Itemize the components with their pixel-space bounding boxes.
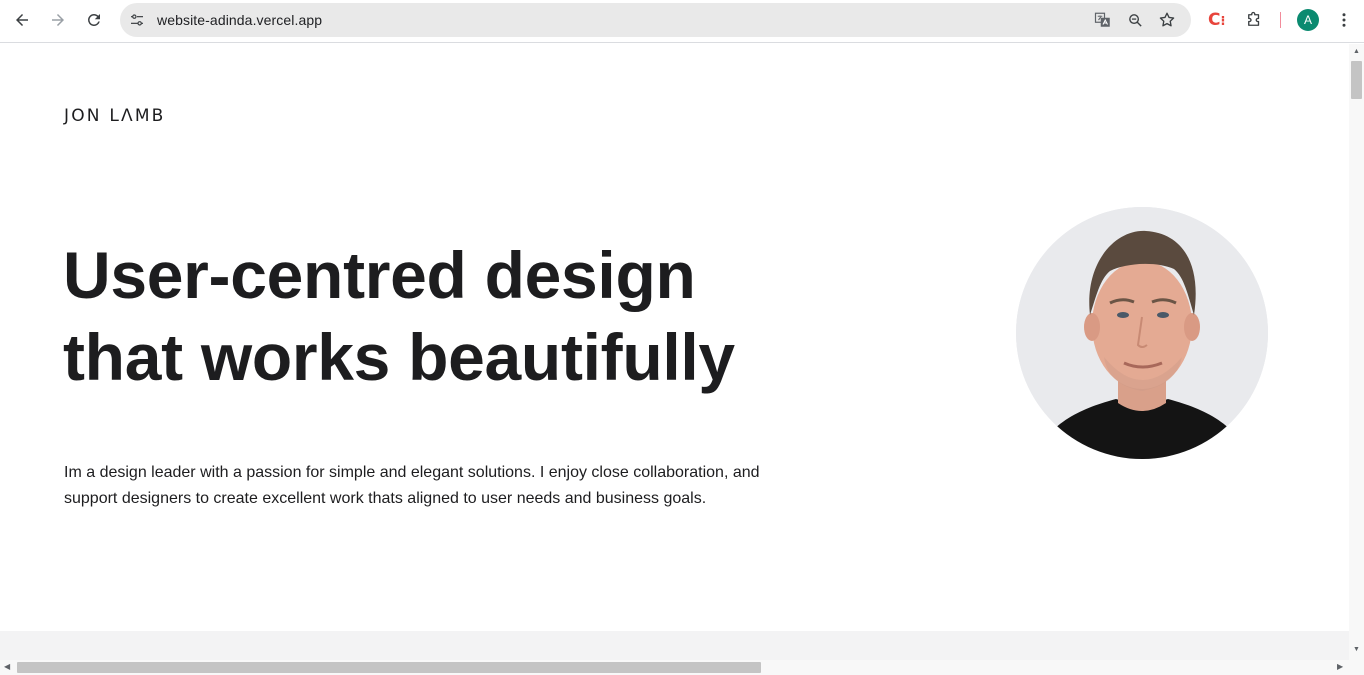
reload-icon [88,14,100,26]
vertical-scrollbar[interactable]: ▲ ▼ [1349,44,1364,660]
scroll-right-icon[interactable]: ▶ [1337,662,1343,671]
forward-button[interactable] [44,6,72,34]
url-text[interactable]: website-adinda.vercel.app [157,12,322,28]
extension-c-dots: ⁝ [1220,14,1226,29]
toolbar-divider [1280,12,1281,28]
scroll-up-icon[interactable]: ▲ [1353,48,1360,55]
horizontal-scrollbar[interactable]: ◀ ▶ [0,660,1349,675]
arrow-left-icon [16,14,28,26]
translate-icon [1094,12,1110,27]
browser-toolbar: website-adinda.vercel.app C⁝ A [0,0,1364,43]
puzzle-icon [1248,11,1260,26]
extension-c-label: C [1208,10,1221,30]
profile-avatar[interactable]: A [1297,9,1319,31]
translate-button[interactable] [1094,11,1112,29]
scrollbar-corner [1349,660,1364,675]
profile-portrait [1016,207,1268,459]
scroll-down-icon[interactable]: ▼ [1353,646,1360,653]
site-logo[interactable]: JON LΛMB [64,106,166,126]
portrait-image [1016,207,1268,459]
address-bar[interactable]: website-adinda.vercel.app [120,3,1191,37]
back-button[interactable] [8,6,36,34]
headline-line-2: that works beautifully [63,320,735,394]
site-info-button[interactable] [128,11,146,29]
zoom-icon [1128,13,1142,27]
intro-paragraph: Im a design leader with a passion for si… [64,464,760,507]
scroll-left-icon[interactable]: ◀ [4,662,10,671]
extensions-button[interactable] [1240,6,1268,34]
arrow-right-icon [52,14,64,26]
bookmark-button[interactable] [1158,11,1176,29]
zoom-button[interactable] [1126,11,1144,29]
headline-line-1: User-centred design [63,238,696,312]
menu-button[interactable] [1330,6,1358,34]
tune-icon [131,14,143,26]
horizontal-scroll-thumb[interactable] [17,662,761,673]
reload-button[interactable] [80,6,108,34]
extension-c-icon[interactable]: C⁝ [1208,10,1225,32]
next-section-band [0,631,1349,660]
star-icon [1159,12,1175,27]
page-viewport: JON LΛMB User-centred design that works … [0,44,1349,660]
kebab-menu-icon [1342,13,1346,27]
hero-headline: User-centred design that works beautiful… [63,234,823,398]
vertical-scroll-thumb[interactable] [1351,61,1362,99]
